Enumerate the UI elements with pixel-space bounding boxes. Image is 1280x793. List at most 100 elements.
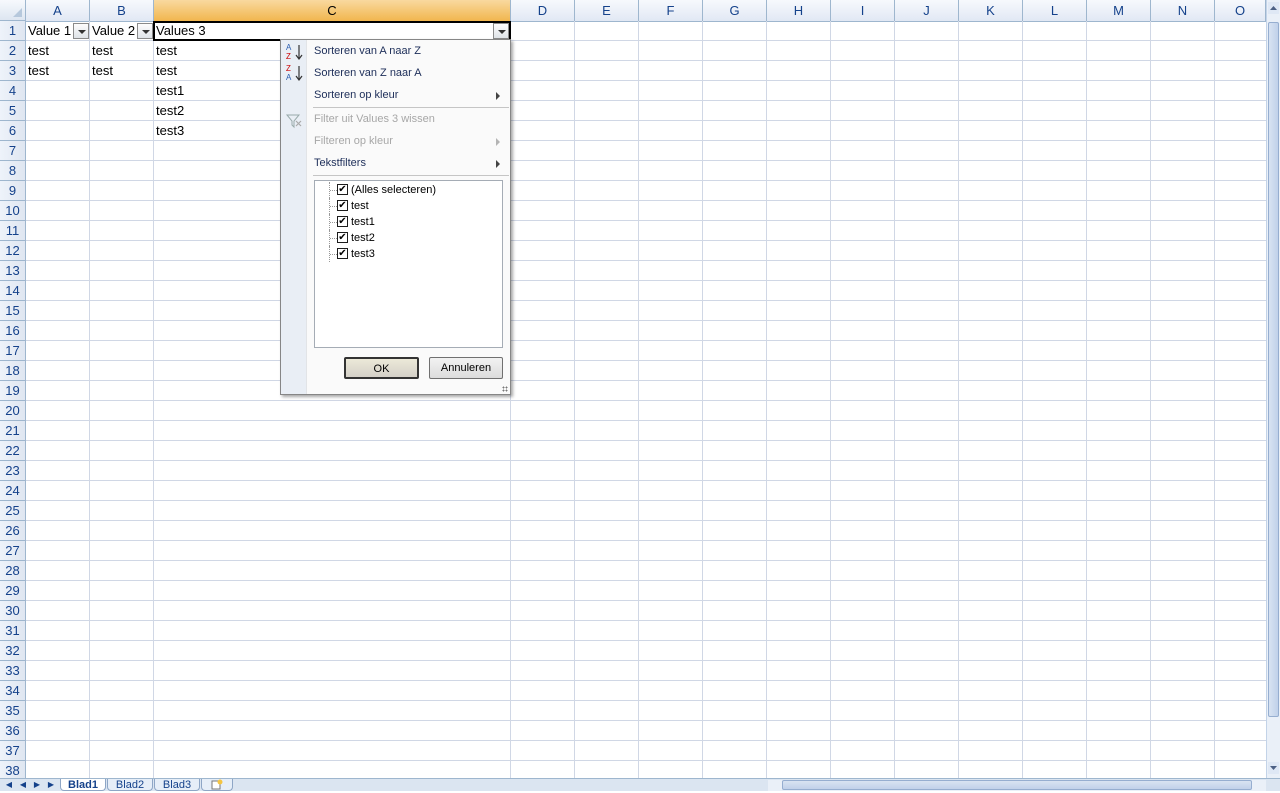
row-header-17[interactable]: 17 (0, 341, 26, 361)
row-header-31[interactable]: 31 (0, 621, 26, 641)
column-header-o[interactable]: O (1215, 0, 1266, 21)
row-header-11[interactable]: 11 (0, 221, 26, 241)
horizontal-scroll-thumb[interactable] (782, 780, 1252, 790)
row-header-7[interactable]: 7 (0, 141, 26, 161)
sheet-tab-blad2[interactable]: Blad2 (107, 779, 153, 791)
sort-by-color[interactable]: Sorteren op kleur (314, 84, 504, 106)
next-sheet-icon[interactable]: ▶ (31, 779, 43, 791)
row-header-23[interactable]: 23 (0, 461, 26, 481)
row-header-21[interactable]: 21 (0, 421, 26, 441)
cell-b1[interactable]: Value 2 (90, 21, 138, 41)
vertical-scroll-thumb[interactable] (1268, 22, 1279, 717)
sort-a-to-z[interactable]: Sorteren van A naar Z (314, 40, 421, 62)
column-header-b[interactable]: B (90, 0, 154, 21)
vertical-scrollbar[interactable] (1266, 0, 1280, 778)
row-header-14[interactable]: 14 (0, 281, 26, 301)
row-header-36[interactable]: 36 (0, 721, 26, 741)
horizontal-scrollbar[interactable] (768, 780, 1266, 791)
column-header-g[interactable]: G (703, 0, 767, 21)
cell-a1[interactable]: Value 1 (26, 21, 74, 41)
cell-a3[interactable]: test (26, 61, 90, 81)
first-sheet-icon[interactable]: ◀ (3, 779, 15, 791)
filter-value-label: test2 (351, 232, 375, 244)
row-header-37[interactable]: 37 (0, 741, 26, 761)
row-header-20[interactable]: 20 (0, 401, 26, 421)
row-header-18[interactable]: 18 (0, 361, 26, 381)
row-header-33[interactable]: 33 (0, 661, 26, 681)
row-header-6[interactable]: 6 (0, 121, 26, 141)
sheet-tab-blad3[interactable]: Blad3 (154, 779, 200, 791)
row-header-27[interactable]: 27 (0, 541, 26, 561)
checkbox-checked[interactable]: ✔ (337, 248, 348, 259)
column-header-c[interactable]: C (154, 0, 511, 21)
row-header-12[interactable]: 12 (0, 241, 26, 261)
filter-dropdown-button-a[interactable] (73, 23, 89, 39)
column-header-n[interactable]: N (1151, 0, 1215, 21)
column-header-e[interactable]: E (575, 0, 639, 21)
cell-c4[interactable]: test1 (154, 81, 274, 101)
checkbox-checked[interactable]: ✔ (337, 232, 348, 243)
gridline (830, 21, 831, 778)
gridline (766, 21, 767, 778)
cell-c5[interactable]: test2 (154, 101, 274, 121)
row-header-34[interactable]: 34 (0, 681, 26, 701)
row-header-15[interactable]: 15 (0, 301, 26, 321)
column-header-h[interactable]: H (767, 0, 831, 21)
row-header-2[interactable]: 2 (0, 41, 26, 61)
column-header-f[interactable]: F (639, 0, 703, 21)
row-header-26[interactable]: 26 (0, 521, 26, 541)
filter-values-list[interactable]: ✔ (Alles selecteren) ✔ test ✔ test1 ✔ te… (314, 180, 503, 348)
row-header-13[interactable]: 13 (0, 261, 26, 281)
checkbox-checked[interactable]: ✔ (337, 200, 348, 211)
cell-c3[interactable]: test (154, 61, 274, 81)
column-header-d[interactable]: D (511, 0, 575, 21)
submenu-arrow-icon (496, 138, 500, 146)
row-header-32[interactable]: 32 (0, 641, 26, 661)
cell-c6[interactable]: test3 (154, 121, 274, 141)
row-header-30[interactable]: 30 (0, 601, 26, 621)
cancel-button[interactable]: Annuleren (429, 357, 503, 379)
text-filters[interactable]: Tekstfilters (314, 152, 366, 174)
cell-a2[interactable]: test (26, 41, 90, 61)
ok-button[interactable]: OK (344, 357, 419, 379)
row-header-25[interactable]: 25 (0, 501, 26, 521)
column-header-k[interactable]: K (959, 0, 1023, 21)
row-header-24[interactable]: 24 (0, 481, 26, 501)
row-header-3[interactable]: 3 (0, 61, 26, 81)
row-header-1[interactable]: 1 (0, 21, 26, 41)
scroll-up-icon[interactable] (1268, 2, 1279, 14)
prev-sheet-icon[interactable]: ◀ (17, 779, 29, 791)
sheet-tab-blad1[interactable]: Blad1 (60, 779, 106, 791)
row-header-35[interactable]: 35 (0, 701, 26, 721)
column-header-j[interactable]: J (895, 0, 959, 21)
column-header-a[interactable]: A (26, 0, 90, 21)
row-header-9[interactable]: 9 (0, 181, 26, 201)
row-header-4[interactable]: 4 (0, 81, 26, 101)
resize-grip-icon[interactable] (502, 386, 508, 392)
sheet-tab-bar: ◀ ◀ ▶ ▶ Blad1 Blad2 Blad3 (0, 778, 1280, 791)
filter-value-label: (Alles selecteren) (351, 184, 436, 196)
menu-separator (313, 175, 509, 176)
column-header-i[interactable]: I (831, 0, 895, 21)
row-header-5[interactable]: 5 (0, 101, 26, 121)
row-header-22[interactable]: 22 (0, 441, 26, 461)
column-header-l[interactable]: L (1023, 0, 1087, 21)
row-header-16[interactable]: 16 (0, 321, 26, 341)
column-header-m[interactable]: M (1087, 0, 1151, 21)
checkbox-checked[interactable]: ✔ (337, 216, 348, 227)
row-header-10[interactable]: 10 (0, 201, 26, 221)
cell-c2[interactable]: test (154, 41, 274, 61)
cell-b2[interactable]: test (90, 41, 154, 61)
last-sheet-icon[interactable]: ▶ (45, 779, 57, 791)
select-all-corner[interactable] (0, 0, 26, 21)
filter-dropdown-button-b[interactable] (137, 23, 153, 39)
insert-sheet-icon[interactable] (201, 779, 233, 791)
cell-b3[interactable]: test (90, 61, 154, 81)
sort-z-to-a[interactable]: Sorteren van Z naar A (314, 62, 422, 84)
row-header-29[interactable]: 29 (0, 581, 26, 601)
row-header-19[interactable]: 19 (0, 381, 26, 401)
checkbox-checked[interactable]: ✔ (337, 184, 348, 195)
row-header-28[interactable]: 28 (0, 561, 26, 581)
scroll-down-icon[interactable] (1268, 762, 1279, 774)
row-header-8[interactable]: 8 (0, 161, 26, 181)
